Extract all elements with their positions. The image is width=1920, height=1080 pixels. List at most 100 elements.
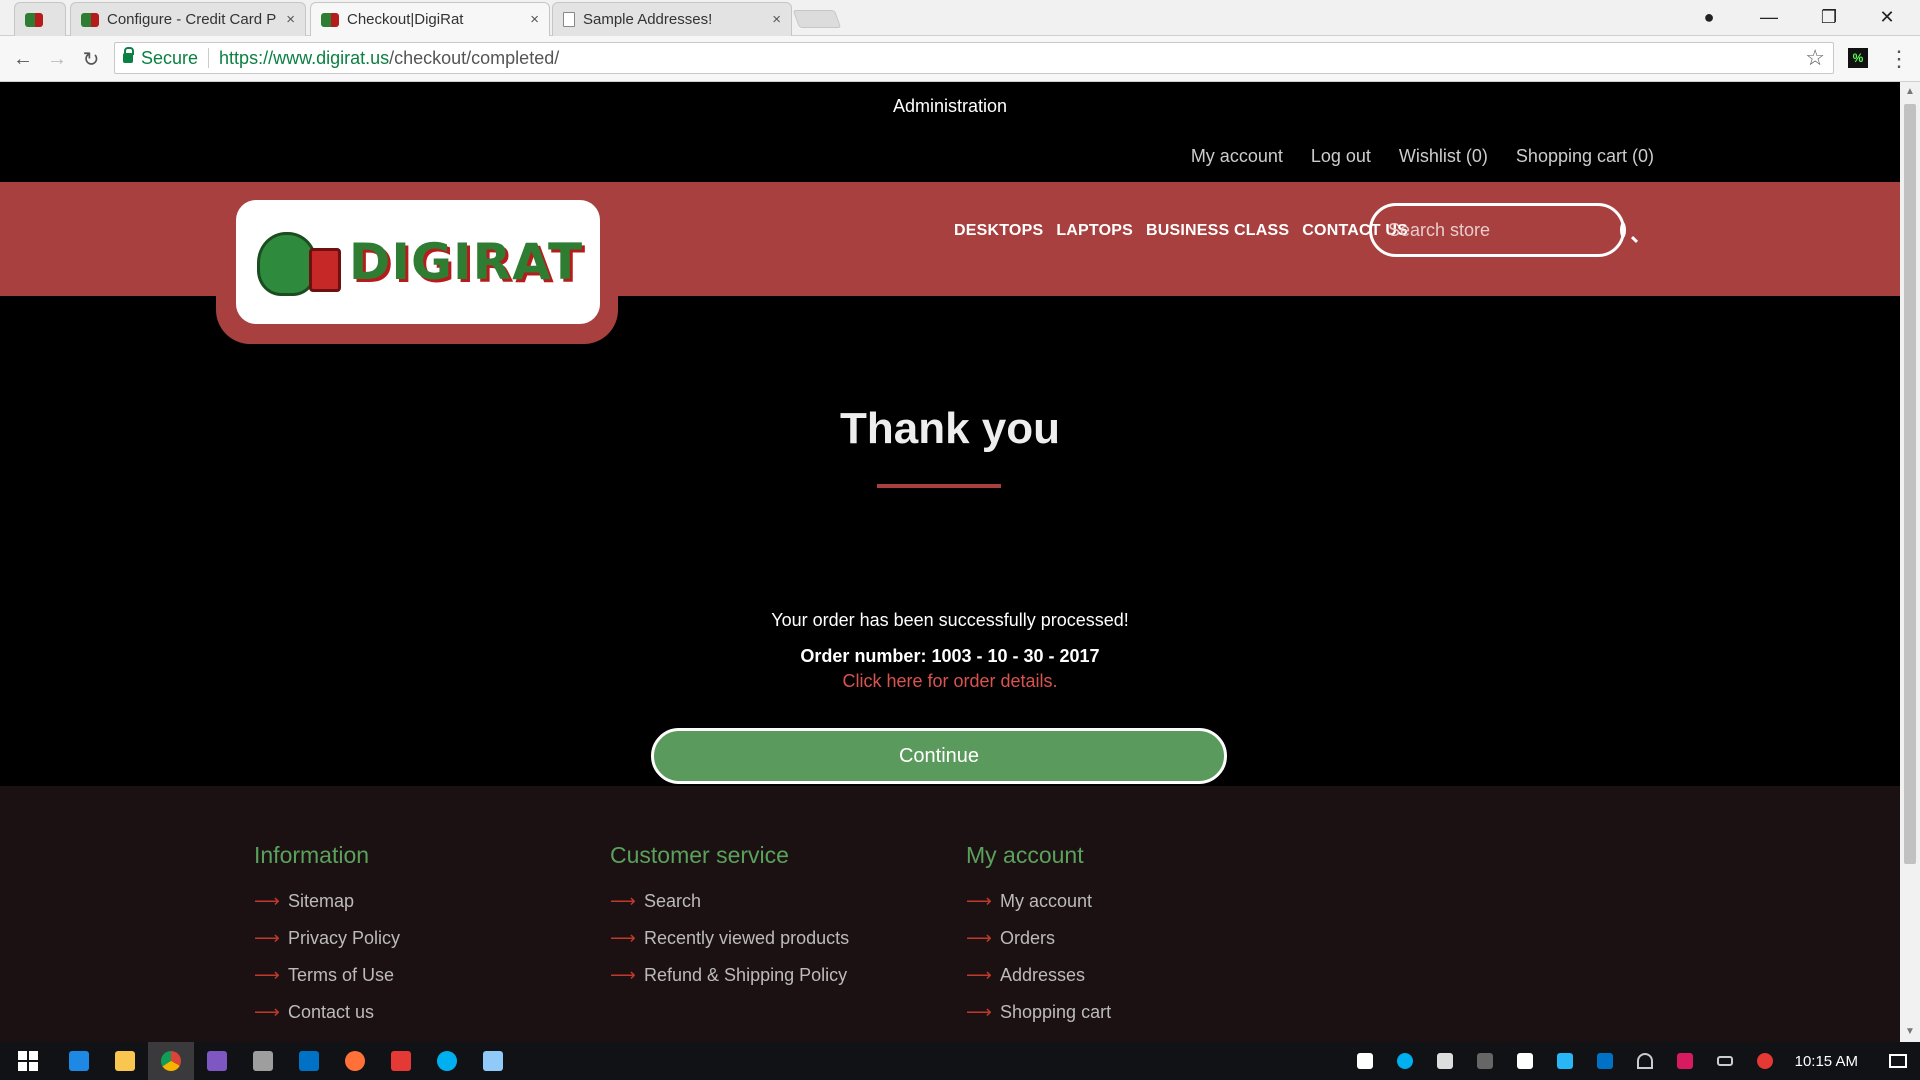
clock[interactable]: 10:15 AM <box>1795 1053 1858 1070</box>
footer-link-addresses[interactable]: ⟶ Addresses <box>966 957 1111 994</box>
tray-app-icon[interactable] <box>1745 1042 1785 1080</box>
url-path: /checkout/completed/ <box>389 47 560 68</box>
tab-title: Configure - Credit Card P <box>107 11 277 28</box>
back-button[interactable]: ← <box>8 44 38 74</box>
scroll-up-icon[interactable]: ▲ <box>1904 86 1916 97</box>
snowflake-icon[interactable] <box>1545 1042 1585 1080</box>
tab-configure-credit-card[interactable]: Configure - Credit Card P × <box>70 2 306 36</box>
forward-button[interactable]: → <box>42 44 72 74</box>
footer-information: Information ⟶ Sitemap ⟶ Privacy Policy ⟶ Te… <box>254 842 400 1031</box>
arrow-right-icon: ⟶ <box>610 891 636 911</box>
tray-app-icon[interactable] <box>1465 1042 1505 1080</box>
battery-icon[interactable] <box>1705 1042 1745 1080</box>
footer-link-terms-of-use[interactable]: ⟶ Terms of Use <box>254 957 400 994</box>
pinned-tab[interactable] <box>14 2 66 36</box>
continue-button[interactable]: Continue <box>651 728 1227 784</box>
arrow-right-icon: ⟶ <box>254 891 280 911</box>
footer-customer-service: Customer service ⟶ Search ⟶ Recently viewe… <box>610 842 849 994</box>
tray-app-icon[interactable] <box>1665 1042 1705 1080</box>
vscode-icon[interactable] <box>56 1042 102 1080</box>
search-box <box>1369 203 1626 257</box>
scroll-down-icon[interactable]: ▼ <box>1904 1026 1916 1037</box>
browser-menu-icon[interactable]: ⋮ <box>1888 46 1910 72</box>
footer-link-contact-us[interactable]: ⟶ Contact us <box>254 994 400 1031</box>
notes-icon[interactable] <box>470 1042 516 1080</box>
arrow-right-icon: ⟶ <box>966 928 992 948</box>
title-underline <box>877 484 1001 488</box>
nav-laptops[interactable]: LAPTOPS <box>1056 222 1133 240</box>
url-host: https://www.digirat.us <box>219 47 390 68</box>
log-out-link[interactable]: Log out <box>1311 146 1371 167</box>
footer-link-label: My account <box>1000 891 1093 911</box>
search-input[interactable] <box>1388 219 1620 241</box>
chrome-icon[interactable] <box>148 1042 194 1080</box>
footer-my-account: My account ⟶ My account ⟶ Orders ⟶ Addresse… <box>966 842 1111 1031</box>
footer-link-label: Sitemap <box>288 891 355 911</box>
file-explorer-icon[interactable] <box>102 1042 148 1080</box>
visual-studio-icon[interactable] <box>194 1042 240 1080</box>
document-icon <box>563 12 575 27</box>
scroll-thumb[interactable] <box>1904 104 1916 864</box>
tab-checkout-digirat[interactable]: Checkout|DigiRat × <box>310 2 550 36</box>
tab-close-icon[interactable]: × <box>772 11 781 28</box>
order-details-link[interactable]: Click here for order details. <box>0 671 1900 692</box>
nav-desktops[interactable]: DESKTOPS <box>954 222 1043 240</box>
skype-icon[interactable] <box>424 1042 470 1080</box>
tools-icon[interactable] <box>240 1042 286 1080</box>
minimize-button[interactable]: — <box>1740 0 1798 34</box>
windows-start-icon[interactable] <box>0 1042 56 1080</box>
administration-link[interactable]: Administration <box>0 96 1900 117</box>
address-bar[interactable]: Secure https://www.digirat.us /checkout/… <box>114 42 1834 74</box>
main-nav: DESKTOPS LAPTOPS BUSINESS CLASS CONTACT … <box>954 222 1408 240</box>
extension-icon[interactable]: % <box>1848 48 1868 68</box>
footer-link-my-account[interactable]: ⟶ My account <box>966 883 1111 920</box>
firefox-icon[interactable] <box>332 1042 378 1080</box>
footer-link-orders[interactable]: ⟶ Orders <box>966 920 1111 957</box>
shopping-cart-link[interactable]: Shopping cart (0) <box>1516 146 1654 167</box>
arrow-right-icon: ⟶ <box>254 1002 280 1022</box>
skype-tray-icon[interactable] <box>1385 1042 1425 1080</box>
page-scrollbar[interactable]: ▲ ▼ <box>1900 82 1920 1042</box>
footer-link-privacy-policy[interactable]: ⟶ Privacy Policy <box>254 920 400 957</box>
footer-link-label: Terms of Use <box>288 965 395 985</box>
tab-close-icon[interactable]: × <box>530 11 539 28</box>
header-links: My account Log out Wishlist (0) Shopping… <box>1191 146 1654 167</box>
new-tab-button[interactable] <box>792 10 842 28</box>
arrow-right-icon: ⟶ <box>254 965 280 985</box>
wifi-icon[interactable] <box>1625 1042 1665 1080</box>
wishlist-link[interactable]: Wishlist (0) <box>1399 146 1488 167</box>
site-logo[interactable]: DIGIRAT <box>236 200 600 324</box>
search-icon[interactable] <box>1620 222 1626 238</box>
bookmark-star-icon[interactable]: ☆ <box>1805 45 1825 71</box>
footer-link-refund-shipping[interactable]: ⟶ Refund & Shipping Policy <box>610 957 849 994</box>
tray-app-icon[interactable] <box>1425 1042 1465 1080</box>
tray-app-icon[interactable] <box>1345 1042 1385 1080</box>
outlook-tray-icon[interactable] <box>1585 1042 1625 1080</box>
footer-link-sitemap[interactable]: ⟶ Sitemap <box>254 883 400 920</box>
success-message: Your order has been successfully process… <box>771 610 1129 630</box>
digirat-favicon-icon <box>25 12 43 27</box>
footer-link-recently-viewed[interactable]: ⟶ Recently viewed products <box>610 920 849 957</box>
shield-icon[interactable] <box>1505 1042 1545 1080</box>
outlook-icon[interactable] <box>286 1042 332 1080</box>
footer-link-search[interactable]: ⟶ Search <box>610 883 849 920</box>
secure-label: Secure <box>141 47 199 68</box>
footer-heading: My account <box>966 842 1084 868</box>
footer-link-label: Addresses <box>1000 965 1086 985</box>
omnibox-divider <box>208 48 210 68</box>
secure-indicator[interactable]: Secure <box>115 47 199 69</box>
my-account-link[interactable]: My account <box>1191 146 1283 167</box>
footer-link-shopping-cart[interactable]: ⟶ Shopping cart <box>966 994 1111 1031</box>
nav-business-class[interactable]: BUSINESS CLASS <box>1146 222 1289 240</box>
maximize-button[interactable]: ❐ <box>1800 0 1858 34</box>
notification-icon[interactable] <box>1876 1054 1920 1068</box>
footer-link-label: Refund & Shipping Policy <box>644 965 848 985</box>
close-window-button[interactable]: ✕ <box>1858 0 1916 34</box>
tab-close-icon[interactable]: × <box>286 11 295 28</box>
tab-sample-addresses[interactable]: Sample Addresses! × <box>552 2 792 36</box>
reload-button[interactable]: ↻ <box>76 44 106 74</box>
profile-icon[interactable]: ● <box>1680 0 1738 34</box>
app-icon[interactable] <box>378 1042 424 1080</box>
footer-heading: Customer service <box>610 842 789 868</box>
arrow-right-icon: ⟶ <box>610 965 636 985</box>
